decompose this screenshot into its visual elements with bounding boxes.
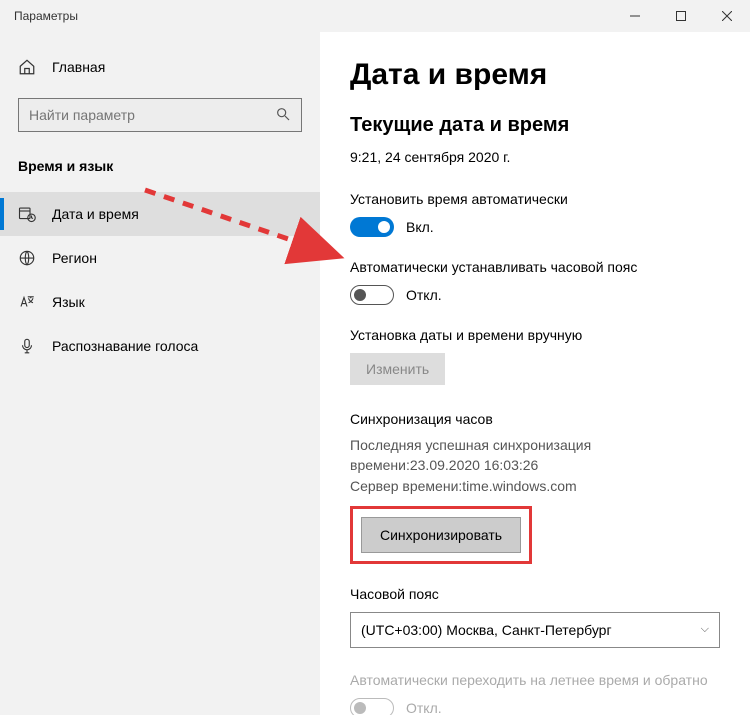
change-button: Изменить — [350, 353, 445, 385]
home-link[interactable]: Главная — [0, 50, 320, 84]
window-controls — [612, 0, 750, 32]
auto-time-label: Установить время автоматически — [350, 191, 720, 207]
globe-icon — [18, 249, 36, 267]
chevron-down-icon: ⌵ — [701, 623, 709, 636]
sidebar-item-label: Регион — [52, 250, 97, 266]
microphone-icon — [18, 337, 36, 355]
current-datetime: 9:21, 24 сентября 2020 г. — [350, 149, 720, 165]
titlebar: Параметры — [0, 0, 750, 32]
page-title: Дата и время — [350, 58, 720, 92]
dst-state: Откл. — [406, 700, 442, 715]
dst-toggle — [350, 698, 394, 715]
sidebar-item-label: Язык — [52, 294, 85, 310]
timezone-select[interactable]: (UTC+03:00) Москва, Санкт-Петербург ⌵ — [350, 612, 720, 648]
auto-tz-label: Автоматически устанавливать часовой пояс — [350, 259, 720, 275]
auto-time-toggle[interactable] — [350, 217, 394, 237]
auto-tz-toggle[interactable] — [350, 285, 394, 305]
auto-time-state: Вкл. — [406, 219, 434, 235]
sidebar: Главная Время и язык Дата и время Регион — [0, 32, 320, 715]
language-icon — [18, 293, 36, 311]
close-button[interactable] — [704, 0, 750, 32]
sidebar-item-language[interactable]: Язык — [0, 280, 320, 324]
search-input[interactable] — [29, 107, 275, 123]
dst-label: Автоматически переходить на летнее время… — [350, 672, 720, 688]
sync-server: Сервер времени:time.windows.com — [350, 476, 720, 496]
section-current: Текущие дата и время — [350, 114, 720, 137]
sidebar-item-label: Дата и время — [52, 206, 139, 222]
sync-button-highlight: Синхронизировать — [350, 506, 532, 564]
sidebar-item-speech[interactable]: Распознавание голоса — [0, 324, 320, 368]
sidebar-item-label: Распознавание голоса — [52, 338, 198, 354]
calendar-clock-icon — [18, 205, 36, 223]
minimize-button[interactable] — [612, 0, 658, 32]
sidebar-item-region[interactable]: Регион — [0, 236, 320, 280]
sidebar-section-header: Время и язык — [0, 152, 320, 192]
tz-heading: Часовой пояс — [350, 586, 720, 602]
sync-button[interactable]: Синхронизировать — [361, 517, 521, 553]
timezone-value: (UTC+03:00) Москва, Санкт-Петербург — [361, 622, 612, 638]
search-box[interactable] — [18, 98, 302, 132]
home-icon — [18, 58, 36, 76]
maximize-button[interactable] — [658, 0, 704, 32]
home-label: Главная — [52, 59, 105, 75]
search-icon — [275, 106, 291, 125]
sync-last: Последняя успешная синхронизация времени… — [350, 435, 720, 476]
manual-label: Установка даты и времени вручную — [350, 327, 720, 343]
sidebar-item-date-time[interactable]: Дата и время — [0, 192, 320, 236]
main-content: Дата и время Текущие дата и время 9:21, … — [320, 32, 750, 715]
sync-heading: Синхронизация часов — [350, 411, 720, 427]
auto-tz-state: Откл. — [406, 287, 442, 303]
window-title: Параметры — [14, 9, 78, 23]
